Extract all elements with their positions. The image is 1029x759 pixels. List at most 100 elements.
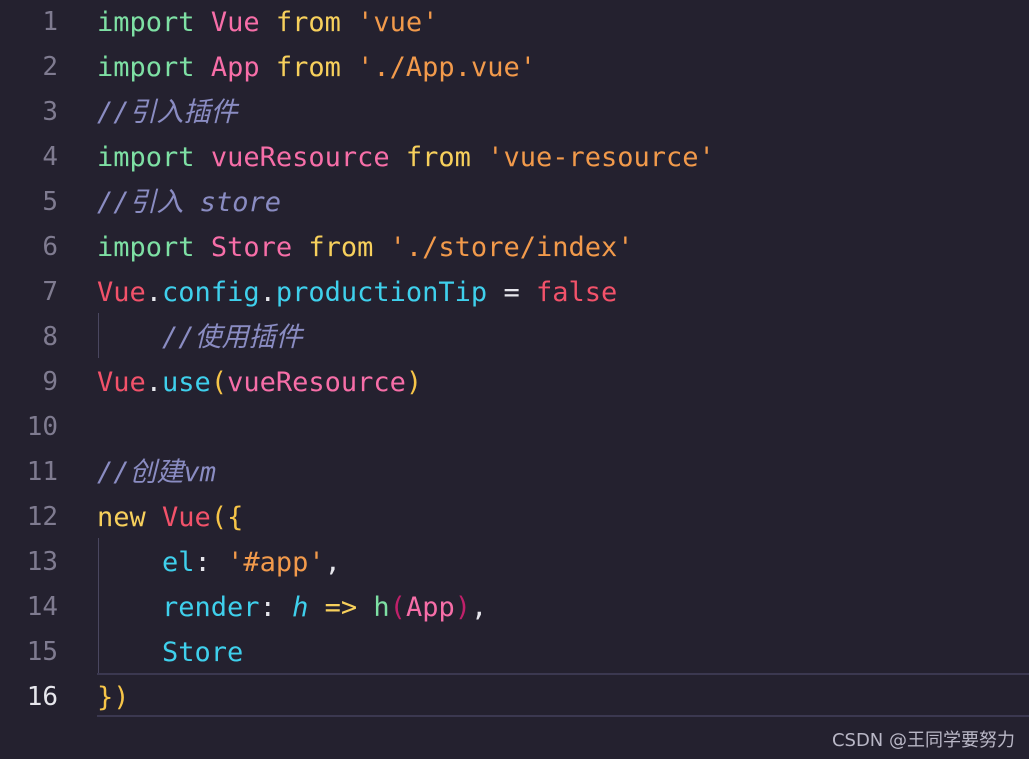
code-token: Vue	[97, 367, 146, 398]
line-number: 4	[42, 142, 58, 172]
code-token: Vue	[210, 7, 260, 38]
code-token: )	[405, 367, 423, 398]
line-number: 6	[42, 232, 58, 262]
watermark: CSDN @王同学要努力	[831, 730, 1015, 751]
code-line[interactable]: 2 import App from './App.vue'	[0, 45, 1029, 90]
code-line[interactable]: 1 import Vue from 'vue'	[0, 0, 1029, 45]
code-editor[interactable]: 1 import Vue from 'vue' 2 import App from '…	[0, 0, 1029, 759]
code-token: :	[194, 547, 228, 578]
code-token: new	[97, 502, 146, 533]
code-line[interactable]: 13 el: '#app',	[0, 540, 1029, 585]
code-token: use	[162, 367, 211, 398]
code-token: './store/index'	[389, 232, 634, 263]
code-token: {	[227, 502, 244, 533]
code-token: productionTip	[275, 277, 488, 308]
code-line[interactable]: 16})	[0, 675, 1029, 720]
code-line[interactable]: 8 //使用插件	[0, 315, 1029, 360]
code-line[interactable]: 11 //创建vm	[0, 450, 1029, 495]
line-number: 3	[42, 97, 58, 127]
line-code: import Store from './store/index'	[97, 225, 634, 270]
code-token: .	[145, 277, 163, 308]
line-code: //使用插件	[97, 315, 303, 360]
code-token: false	[535, 277, 618, 308]
line-number: 13	[26, 547, 58, 577]
code-token: =	[487, 277, 536, 308]
code-token: h	[292, 592, 309, 623]
line-code: el: '#app',	[97, 540, 341, 585]
line-number: 15	[26, 637, 58, 667]
code-line[interactable]: 4 import vueResource from 'vue-resource'	[0, 135, 1029, 180]
code-token: from	[405, 142, 471, 173]
code-token: '#app'	[227, 547, 325, 578]
line-code: //创建vm	[97, 450, 216, 495]
code-token: (	[210, 502, 228, 533]
line-code: render: h => h(App),	[97, 585, 487, 630]
code-token: Vue	[162, 502, 211, 533]
code-token: (	[210, 367, 228, 398]
code-token: import	[97, 142, 195, 173]
line-number: 1	[42, 7, 58, 37]
code-token: (	[389, 592, 406, 623]
code-line[interactable]: 10	[0, 405, 1029, 450]
code-token: //创建vm	[97, 457, 217, 488]
code-token: ,	[324, 547, 341, 578]
code-token: App	[405, 592, 455, 623]
line-code: })	[97, 675, 130, 720]
code-token: )	[454, 592, 471, 623]
code-token: //使用插件	[162, 322, 303, 353]
code-token: from	[275, 7, 341, 38]
code-token: render	[162, 592, 260, 623]
code-line[interactable]: 3 //引入插件	[0, 90, 1029, 135]
code-line[interactable]: 15 Store	[0, 630, 1029, 675]
line-number: 7	[42, 277, 58, 307]
code-token: vueResource	[210, 142, 390, 173]
code-token: el	[162, 547, 195, 578]
code-token: import	[97, 52, 195, 83]
line-number: 10	[26, 412, 58, 442]
code-token: .	[145, 367, 163, 398]
code-line[interactable]: 7 Vue.config.productionTip = false	[0, 270, 1029, 315]
code-line[interactable]: 12 new Vue({	[0, 495, 1029, 540]
code-token: )	[113, 682, 130, 713]
code-token: Vue	[97, 277, 146, 308]
line-number: 8	[42, 322, 58, 352]
line-number: 12	[26, 502, 58, 532]
code-line[interactable]: 6 import Store from './store/index'	[0, 225, 1029, 270]
line-number: 5	[42, 187, 58, 217]
line-number: 2	[42, 52, 58, 82]
code-token: import	[97, 232, 195, 263]
code-line[interactable]: 9 Vue.use(vueResource)	[0, 360, 1029, 405]
code-token: .	[259, 277, 276, 308]
code-token: :	[259, 592, 293, 623]
code-token: Store	[210, 232, 293, 263]
code-token: //引入 store	[97, 187, 282, 218]
code-token: //引入插件	[97, 97, 238, 128]
code-token: ,	[470, 592, 488, 623]
line-number: 16	[26, 682, 58, 712]
code-line[interactable]: 14 render: h => h(App),	[0, 585, 1029, 630]
code-token: Store	[162, 637, 244, 668]
line-code: import Vue from 'vue'	[97, 0, 438, 45]
line-number: 14	[26, 592, 58, 622]
line-code: import App from './App.vue'	[97, 45, 536, 90]
code-token: h	[373, 592, 390, 623]
code-token: config	[162, 277, 260, 308]
code-line[interactable]: 5 //引入 store	[0, 180, 1029, 225]
line-code: //引入插件	[97, 90, 238, 135]
